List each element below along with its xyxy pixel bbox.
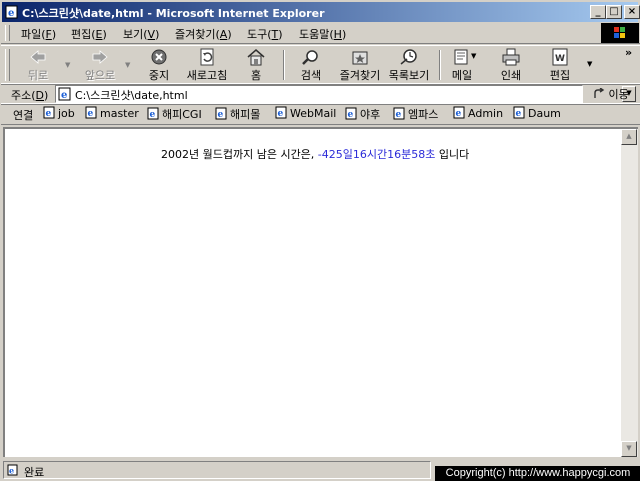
menu-bar: 파일(F) 편집(E) 보기(V) 즐겨찾기(A) 도구(T) 도움말(H) xyxy=(1,23,640,44)
toolbar-separator xyxy=(283,50,285,80)
link-master[interactable]: e master xyxy=(85,106,139,120)
links-label: 연결 xyxy=(13,109,34,122)
ie-link-icon: e xyxy=(393,107,405,120)
link-happymall[interactable]: e 해피몰 xyxy=(215,106,260,122)
close-button[interactable]: × xyxy=(624,5,640,19)
standard-toolbar: » 뒤로 ▼ 앞으로 ▼ 중지 새로고침 홈 검색 즐겨찾기 목록보기 메일 ▼… xyxy=(1,45,640,85)
refresh-button[interactable]: 새로고침 xyxy=(183,48,231,82)
svg-text:e: e xyxy=(218,110,224,120)
windows-flag-icon xyxy=(614,27,625,38)
link-webmail[interactable]: e WebMail xyxy=(275,106,336,120)
maximize-button[interactable]: □ xyxy=(606,5,622,19)
mail-icon xyxy=(454,49,468,65)
ie-link-icon: e xyxy=(215,107,227,120)
forward-button[interactable]: 앞으로 xyxy=(77,48,123,82)
link-daum[interactable]: e Daum xyxy=(513,106,561,120)
browser-window: e C:\스크린샷\date,html - Microsoft Internet… xyxy=(0,0,640,481)
page-content[interactable]: 2002년 월드컵까지 남은 시간은, -425일16시간16분58초 입니다 xyxy=(3,127,621,457)
menu-edit[interactable]: 편집(E) xyxy=(71,26,107,42)
svg-text:e: e xyxy=(46,109,52,119)
svg-text:e: e xyxy=(278,109,284,119)
svg-text:e: e xyxy=(9,466,14,476)
svg-text:e: e xyxy=(61,90,67,101)
address-url: C:\스크린샷\date,html xyxy=(75,89,188,102)
windows-logo xyxy=(601,23,639,43)
ie-link-icon: e xyxy=(513,106,525,119)
print-button[interactable]: 인쇄 xyxy=(493,48,529,82)
ie-link-icon: e xyxy=(345,107,357,120)
link-job[interactable]: e job xyxy=(43,106,75,120)
link-admin[interactable]: e Admin xyxy=(453,106,503,120)
ie-link-icon: e xyxy=(453,106,465,119)
ie-link-icon: e xyxy=(275,106,287,119)
menu-file[interactable]: 파일(F) xyxy=(21,26,56,42)
home-button[interactable]: 홈 xyxy=(239,48,273,82)
title-bar[interactable]: e C:\스크린샷\date,html - Microsoft Internet… xyxy=(2,2,640,22)
address-input[interactable]: e C:\스크린샷\date,html ▼ xyxy=(55,85,636,103)
svg-text:e: e xyxy=(150,110,156,120)
search-icon xyxy=(302,50,318,65)
forward-dropdown-icon[interactable]: ▼ xyxy=(125,61,130,69)
link-empas[interactable]: e 엠파스 xyxy=(393,106,438,122)
ie-link-icon: e xyxy=(43,106,55,119)
mail-dropdown-icon[interactable]: ▼ xyxy=(471,52,476,60)
refresh-icon xyxy=(200,48,214,66)
favorites-button[interactable]: 즐겨찾기 xyxy=(335,48,385,82)
address-bar: 주소(D) e C:\스크린샷\date,html ▼ 이동 xyxy=(1,83,640,105)
link-yahoo[interactable]: e 야후 xyxy=(345,106,380,122)
home-icon xyxy=(247,49,265,66)
countdown-value: -425일16시간16분58초 xyxy=(317,148,436,161)
address-label: 주소(D) xyxy=(11,89,49,102)
printer-icon xyxy=(502,48,520,66)
scroll-up-button[interactable]: ▲ xyxy=(621,129,637,145)
back-arrow-icon xyxy=(30,50,46,64)
svg-text:e: e xyxy=(88,109,94,119)
status-text: 완료 xyxy=(24,466,45,479)
copyright-banner: Copyright(c) http://www.happycgi.com xyxy=(435,466,640,481)
toolbar-separator xyxy=(439,50,441,80)
menu-favorites[interactable]: 즐겨찾기(A) xyxy=(175,26,232,42)
ie-page-icon: e xyxy=(58,87,71,101)
menu-help[interactable]: 도움말(H) xyxy=(299,26,346,42)
stop-button[interactable]: 중지 xyxy=(139,48,179,82)
toolbar-grip[interactable] xyxy=(5,49,10,81)
vertical-scrollbar[interactable]: ▲ ▼ xyxy=(621,127,638,457)
svg-text:e: e xyxy=(348,110,354,120)
back-dropdown-icon[interactable]: ▼ xyxy=(65,61,70,69)
forward-arrow-icon xyxy=(92,50,108,64)
svg-text:e: e xyxy=(8,8,14,19)
edit-button[interactable]: W 편집 xyxy=(543,48,577,82)
menu-grip[interactable] xyxy=(5,25,10,41)
ie-page-icon[interactable]: e xyxy=(5,5,19,19)
minimize-button[interactable]: _ xyxy=(590,5,606,19)
scroll-down-button[interactable]: ▼ xyxy=(621,441,637,457)
word-edit-icon: W xyxy=(552,48,568,66)
go-arrow-icon xyxy=(594,88,605,98)
toolbar-chevron-icon[interactable]: » xyxy=(625,46,632,59)
search-button[interactable]: 검색 xyxy=(291,48,331,82)
ie-page-icon: e xyxy=(7,464,18,476)
countdown-message: 2002년 월드컵까지 남은 시간은, -425일16시간16분58초 입니다 xyxy=(161,148,470,161)
back-button[interactable]: 뒤로 xyxy=(15,48,61,82)
menu-view[interactable]: 보기(V) xyxy=(123,26,159,42)
svg-text:e: e xyxy=(396,110,402,120)
ie-link-icon: e xyxy=(147,107,159,120)
history-button[interactable]: 목록보기 xyxy=(385,48,433,82)
status-pane: e 완료 xyxy=(3,461,431,479)
menu-tools[interactable]: 도구(T) xyxy=(247,26,283,42)
go-button[interactable]: 이동 xyxy=(593,86,629,102)
svg-text:W: W xyxy=(555,54,565,64)
svg-text:e: e xyxy=(516,109,522,119)
link-happycgi[interactable]: e 해피CGI xyxy=(147,106,202,122)
history-icon xyxy=(400,49,417,65)
svg-text:e: e xyxy=(456,109,462,119)
ie-link-icon: e xyxy=(85,106,97,119)
links-bar: 연결 e job e master e 해피CGI e 해피몰 e WebMail e 야후… xyxy=(1,103,640,125)
window-title: C:\스크린샷\date,html - Microsoft Internet E… xyxy=(22,7,325,20)
edit-dropdown-icon[interactable]: ▼ xyxy=(587,60,592,68)
stop-icon xyxy=(151,49,167,65)
favorites-folder-icon xyxy=(352,51,368,65)
